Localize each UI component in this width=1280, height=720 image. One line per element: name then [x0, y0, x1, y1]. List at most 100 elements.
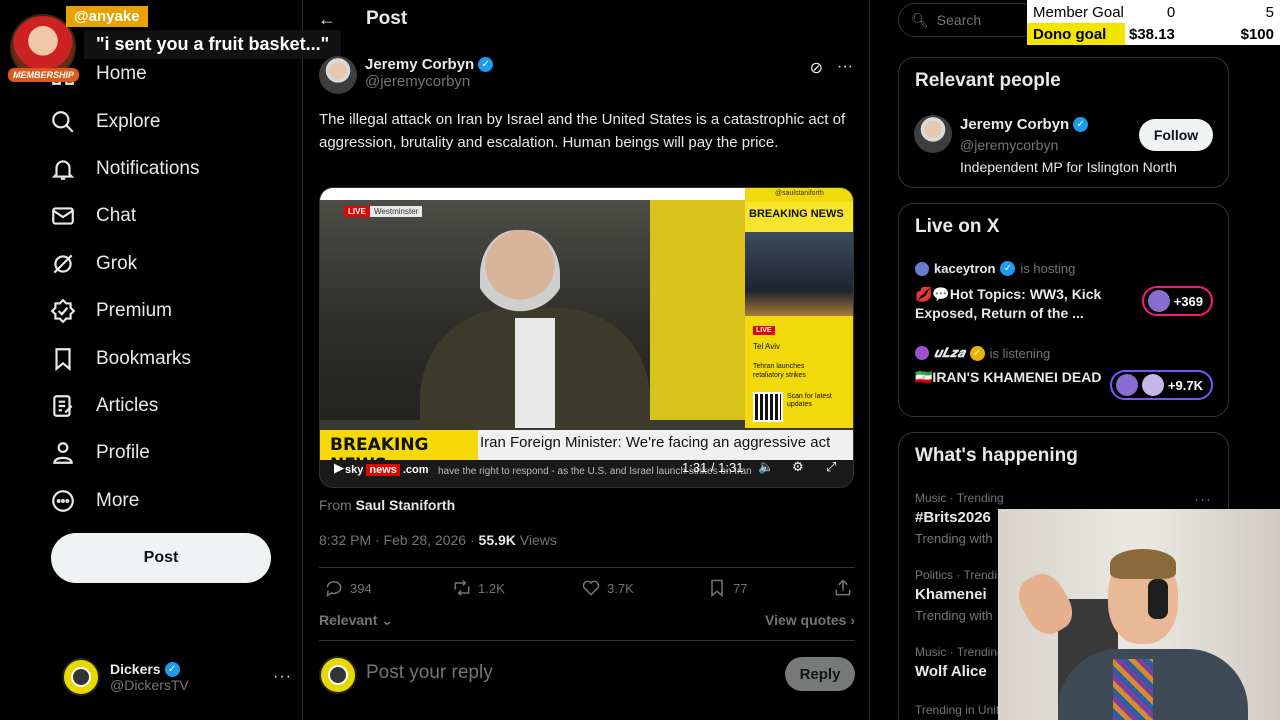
overlay-message: "i sent you a fruit basket..." — [84, 30, 342, 59]
volume-icon[interactable]: 🔈 — [758, 459, 774, 475]
space-title[interactable]: 💋💬Hot Topics: WW3, Kick Exposed, Return … — [915, 285, 1130, 323]
news-ticker: BREAKING NEWS Iran Foreign Minister: We'… — [320, 430, 853, 475]
grok-icon[interactable]: ⊘ — [810, 58, 823, 78]
article-icon — [53, 395, 73, 417]
profile-icon — [53, 442, 73, 464]
more-options-icon[interactable]: ··· — [273, 668, 292, 686]
trend-name[interactable]: #Brits2026 — [915, 509, 991, 526]
live-on-x-title: Live on X — [915, 216, 1000, 237]
sky-news-logo: sky news .com — [342, 464, 432, 476]
reply-action[interactable]: 394 — [324, 578, 372, 598]
chevron-down-icon: ⌄ — [377, 612, 393, 628]
post-timestamp[interactable]: 8:32 PM · Feb 28, 2026 · — [319, 532, 479, 548]
news-side-panel: @saulstaniforth BREAKING NEWS LIVE Tel A… — [745, 188, 853, 428]
share-action[interactable] — [833, 578, 853, 598]
space-host: kaceytron — [934, 261, 996, 276]
settings-gear-icon[interactable]: ⚙ — [792, 459, 804, 475]
ticker-label: BREAKING NEWS — [320, 430, 478, 475]
view-quotes-link[interactable]: View quotes › — [765, 612, 855, 628]
from-source-name[interactable]: Saul Staniforth — [356, 497, 456, 513]
post-button[interactable]: Post — [51, 533, 271, 583]
video-player[interactable]: LIVE Westminster @saulstaniforth BREAKIN… — [319, 187, 854, 488]
side-panel-heading: BREAKING NEWS — [745, 202, 853, 232]
reply-input[interactable] — [366, 662, 746, 684]
nav-notifications[interactable]: Notifications — [50, 147, 200, 191]
search-box[interactable]: 🔍︎ Search — [898, 3, 1038, 37]
play-icon[interactable]: ▶ — [334, 460, 344, 476]
space-listeners-pill[interactable]: +9.7K — [1109, 370, 1213, 400]
person-handle[interactable]: @jeremycorbyn — [960, 137, 1058, 153]
reply-button[interactable]: Reply — [785, 657, 855, 691]
brand-part-com: .com — [402, 464, 429, 476]
reply-composer: Reply — [319, 652, 855, 696]
dono-goal-current: $38.13 — [1129, 25, 1175, 43]
post-header: ← Post — [318, 8, 407, 30]
nav-grok[interactable]: Grok — [50, 242, 137, 286]
overlay-username: @anyake — [66, 6, 148, 27]
space-listeners-pill[interactable]: +369 — [1141, 286, 1213, 316]
video-yellow-wall — [650, 200, 750, 420]
host-avatar — [915, 261, 929, 276]
side-panel-scan-text: Scan for latest updates — [787, 393, 832, 408]
nav-chat[interactable]: Chat — [50, 194, 136, 238]
space-listener-count: +369 — [1173, 293, 1203, 309]
account-switcher[interactable]: Dickers @DickersTV ··· — [62, 655, 292, 699]
nav-explore[interactable]: Explore — [50, 100, 160, 144]
author-avatar[interactable] — [319, 56, 357, 94]
repost-count: 1.2K — [478, 580, 505, 596]
trend-category: Music · Trending — [915, 491, 1004, 505]
member-goal-label: Member Goal — [1033, 3, 1124, 21]
relevant-people-title: Relevant people — [915, 70, 1061, 91]
nav-more[interactable]: More — [50, 479, 139, 523]
divider — [319, 567, 855, 568]
space-host-row[interactable]: kaceytron is hosting — [915, 261, 1075, 276]
nav-chat-label: Chat — [96, 205, 137, 226]
author-handle[interactable]: @jeremycorbyn — [365, 73, 493, 90]
member-goal-target: 5 — [1265, 3, 1274, 21]
nav-bookmarks[interactable]: Bookmarks — [50, 337, 191, 381]
person-bio: Independent MP for Islington North — [960, 159, 1177, 175]
space-host-row[interactable]: 𝒖𝑳𝒛𝒂 is listening — [915, 345, 1050, 361]
more-options-icon[interactable]: ··· — [837, 58, 853, 78]
space-title[interactable]: 🇮🇷IRAN'S KHAMENEI DEAD — [915, 368, 1130, 387]
brand-part-news: news — [366, 464, 400, 476]
post-author[interactable]: Jeremy Corbyn @jeremycorbyn — [319, 56, 494, 94]
dono-goal-row: Dono goal $38.13 $100 — [1027, 23, 1280, 45]
video-person-shirt — [515, 318, 555, 428]
like-action[interactable]: 3.7K — [581, 578, 634, 598]
member-goal-current: 0 — [1166, 3, 1176, 21]
more-options-icon[interactable]: ··· — [1194, 491, 1212, 508]
nav-premium[interactable]: Premium — [50, 289, 172, 333]
nav-profile-label: Profile — [96, 442, 150, 463]
repost-icon — [454, 579, 470, 597]
search-icon — [52, 111, 74, 133]
follow-button[interactable]: Follow — [1139, 119, 1213, 151]
back-arrow-icon[interactable]: ← — [318, 9, 336, 30]
views-count: 55.9K — [478, 532, 516, 548]
nav-grok-label: Grok — [96, 253, 138, 274]
nav-articles[interactable]: Articles — [50, 384, 158, 428]
heart-icon — [582, 580, 600, 596]
nav-premium-label: Premium — [96, 300, 173, 321]
share-icon — [835, 579, 851, 596]
member-goal-row: Member Goal 0 5 — [1027, 1, 1280, 23]
bookmark-action[interactable]: 77 — [707, 578, 747, 598]
author-name[interactable]: Jeremy Corbyn — [365, 56, 474, 73]
nav-explore-label: Explore — [96, 111, 161, 132]
person-name[interactable]: Jeremy Corbyn — [960, 116, 1069, 133]
trend-name[interactable]: Wolf Alice — [915, 663, 987, 680]
trend-name[interactable]: Khamenei — [915, 586, 987, 603]
relevant-people-card: Relevant people Jeremy Corbyn @jeremycor… — [898, 57, 1229, 188]
sort-dropdown[interactable]: Relevant ⌄ — [319, 612, 393, 629]
nav-profile[interactable]: Profile — [50, 431, 150, 475]
more-icon — [52, 490, 74, 512]
person-avatar[interactable] — [914, 115, 952, 153]
account-name-row: Dickers — [110, 661, 263, 677]
video-source-line: From Saul Staniforth — [319, 497, 455, 513]
repost-action[interactable]: 1.2K — [452, 578, 505, 598]
reply-count: 394 — [350, 580, 372, 596]
divider — [319, 640, 855, 641]
fullscreen-icon[interactable]: ⤢ — [826, 459, 836, 475]
views-label: Views — [515, 532, 557, 548]
verified-badge-icon — [164, 661, 180, 677]
